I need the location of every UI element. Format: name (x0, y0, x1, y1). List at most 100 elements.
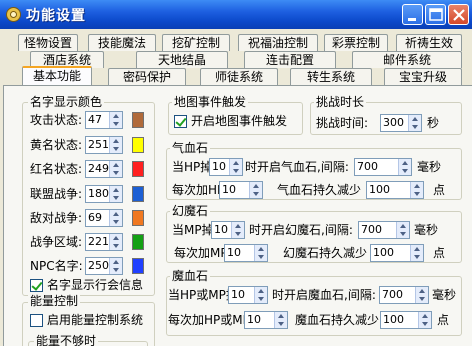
spin-arrows-icon[interactable] (398, 159, 411, 175)
spin-arrows-icon[interactable] (229, 159, 242, 175)
spin-arrows-icon[interactable] (254, 287, 267, 303)
yellow-name-value: 251 (88, 138, 109, 151)
hostile-war-spinner[interactable]: 69 (85, 209, 123, 227)
tab-pray[interactable]: 祈祷生效 (396, 34, 462, 51)
hpmp-interval-spinner[interactable]: 700 (379, 286, 429, 304)
mp-reduce-value: 100 (373, 246, 394, 259)
attack-color-swatch[interactable] (132, 112, 144, 128)
tab-password[interactable]: 密码保护 (108, 68, 186, 85)
tab-bless-oil[interactable]: 祝福油控制 (238, 34, 318, 51)
mp-reduce-spinner[interactable]: 100 (370, 244, 424, 262)
hostile-war-label: 敌对战争: (30, 211, 83, 225)
mp-threshold-spinner[interactable]: 10 (211, 221, 245, 239)
mp-reduce-unit: 点 (433, 246, 446, 260)
tab-monster[interactable]: 怪物设置 (18, 34, 78, 51)
attack-state-value: 47 (88, 113, 102, 126)
spin-arrows-icon[interactable] (415, 287, 428, 303)
energy-sub-title: 能量不够时 (34, 334, 99, 346)
spin-arrows-icon[interactable] (231, 222, 244, 238)
hpmp-reduce-value: 100 (383, 313, 404, 326)
tab-combo[interactable]: 连击配置 (244, 51, 336, 68)
show-guild-info-checkbox[interactable] (30, 279, 43, 292)
minimize-button[interactable] (402, 4, 423, 25)
hp-interval-value: 700 (357, 160, 378, 173)
spin-arrows-icon[interactable] (396, 222, 409, 238)
mp-reduce-label: 幻魔石持久减少 (283, 246, 368, 260)
spin-arrows-icon[interactable] (109, 258, 122, 274)
tab-lottery[interactable]: 彩票控制 (324, 34, 388, 51)
tab-skill-magic[interactable]: 技能魔法 (88, 34, 156, 51)
mp-stone-title: 幻魔石 (170, 204, 211, 218)
attack-state-label: 攻击状态: (30, 113, 83, 127)
tab-mining[interactable]: 挖矿控制 (162, 34, 230, 51)
challenge-time-spinner[interactable]: 300 (380, 114, 422, 132)
hpmp-add-spinner[interactable]: 10 (244, 311, 288, 329)
close-button[interactable] (448, 4, 469, 25)
red-color-swatch[interactable] (132, 161, 144, 177)
spin-arrows-icon[interactable] (109, 234, 122, 250)
title-bar[interactable]: 功能设置 (0, 0, 472, 29)
spin-arrows-icon[interactable] (408, 115, 421, 131)
map-event-title: 地图事件触发 (172, 95, 249, 109)
hpmp-add-label: 每次加HP或MP (168, 313, 250, 327)
spin-arrows-icon[interactable] (410, 182, 423, 198)
mp-add-value: 10 (227, 246, 241, 259)
npc-name-value: 250 (88, 259, 109, 272)
war-zone-color-swatch[interactable] (132, 234, 144, 250)
yellow-color-swatch[interactable] (132, 137, 144, 153)
tab-pet-levelup[interactable]: 宝宝升级 (384, 68, 462, 85)
spin-arrows-icon[interactable] (254, 245, 267, 261)
yellow-name-spinner[interactable]: 251 (85, 136, 123, 154)
minimize-icon (408, 18, 416, 21)
enable-energy-checkbox[interactable] (30, 314, 43, 327)
hostile-color-swatch[interactable] (132, 210, 144, 226)
hostile-war-value: 69 (88, 211, 102, 224)
alliance-war-value: 180 (88, 187, 109, 200)
spin-arrows-icon[interactable] (418, 312, 431, 328)
spin-arrows-icon[interactable] (109, 186, 122, 202)
hpmp-reduce-spinner[interactable]: 100 (380, 311, 432, 329)
spin-arrows-icon[interactable] (109, 210, 122, 226)
npc-name-spinner[interactable]: 250 (85, 257, 123, 275)
close-icon (453, 9, 465, 21)
spin-arrows-icon[interactable] (109, 161, 122, 177)
tab-rebirth[interactable]: 转生系统 (290, 68, 372, 85)
hp-threshold-spinner[interactable]: 10 (209, 158, 243, 176)
spin-arrows-icon[interactable] (410, 245, 423, 261)
hp-add-spinner[interactable]: 10 (219, 181, 263, 199)
spin-arrows-icon[interactable] (109, 112, 122, 128)
red-name-spinner[interactable]: 249 (85, 160, 123, 178)
alliance-color-swatch[interactable] (132, 186, 144, 202)
war-zone-label: 战争区域: (30, 235, 83, 249)
mp-interval-spinner[interactable]: 700 (358, 221, 410, 239)
alliance-war-spinner[interactable]: 180 (85, 185, 123, 203)
hpmp-stone-mid: 时开启魔血石,间隔: (272, 288, 376, 302)
attack-state-spinner[interactable]: 47 (85, 111, 123, 129)
war-zone-value: 221 (88, 235, 109, 248)
maximize-button[interactable] (425, 4, 446, 25)
mp-interval-value: 700 (361, 223, 382, 236)
tab-mail[interactable]: 邮件系统 (352, 51, 462, 68)
red-name-label: 红名状态: (30, 162, 83, 176)
challenge-time-value: 300 (383, 116, 404, 129)
mp-stone-prefix: 当MP掉 (172, 223, 214, 237)
mp-add-spinner[interactable]: 10 (224, 244, 268, 262)
mp-stone-mid: 时开启幻魔石,间隔: (249, 223, 353, 237)
tab-crystal[interactable]: 天地结晶 (136, 51, 228, 68)
npc-name-label: NPC名字: (30, 259, 83, 273)
settings-app-icon (6, 7, 21, 22)
war-zone-spinner[interactable]: 221 (85, 233, 123, 251)
hpmp-add-value: 10 (247, 313, 261, 326)
spin-arrows-icon[interactable] (274, 312, 287, 328)
hpmp-threshold-spinner[interactable]: 10 (228, 286, 268, 304)
hp-interval-spinner[interactable]: 700 (354, 158, 412, 176)
spin-arrows-icon[interactable] (109, 137, 122, 153)
map-event-checkbox[interactable] (174, 115, 187, 128)
spin-arrows-icon[interactable] (249, 182, 262, 198)
tab-mentor[interactable]: 师徒系统 (200, 68, 278, 85)
hp-reduce-spinner[interactable]: 100 (366, 181, 424, 199)
hpmp-interval-unit: 毫秒 (432, 288, 457, 302)
tab-basic[interactable]: 基本功能 (22, 66, 92, 85)
challenge-unit: 秒 (427, 116, 440, 130)
npc-color-swatch[interactable] (132, 258, 144, 274)
